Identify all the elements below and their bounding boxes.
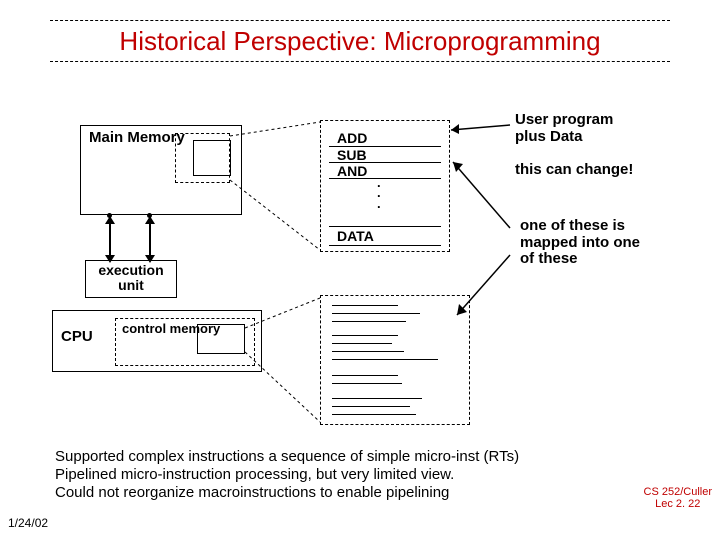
annot-can-change: this can change! — [515, 162, 633, 179]
diagram-area: Main Memory execution unit CPU control m… — [45, 100, 665, 440]
execution-unit-label: execution unit — [98, 262, 163, 293]
micro-line — [332, 351, 404, 352]
micro-line — [332, 321, 406, 322]
footer-date: 1/24/02 — [8, 516, 48, 530]
control-memory-inner — [197, 324, 245, 354]
micro-line — [332, 414, 416, 415]
caption-text: Supported complex instructions a sequenc… — [55, 448, 615, 502]
instr-add: ADD — [337, 130, 367, 148]
annot-user-program: User programplus Data — [515, 112, 613, 145]
micro-line — [332, 383, 402, 384]
micro-line — [332, 343, 392, 344]
micro-line — [332, 375, 398, 376]
micro-line — [332, 335, 398, 336]
instr-data: DATA — [337, 228, 374, 246]
instr-and: AND — [337, 163, 367, 181]
instr-sub: SUB — [337, 147, 367, 165]
execution-unit-box: execution unit — [85, 260, 177, 298]
micro-line — [332, 313, 420, 314]
arrowhead-up — [105, 216, 115, 224]
micro-line — [332, 398, 422, 399]
slide-title: Historical Perspective: Microprogramming — [50, 20, 670, 62]
micro-line — [332, 305, 398, 306]
instr-dots: ... — [377, 178, 381, 209]
annot-mapped: one of these ismapped into oneof these — [520, 218, 640, 268]
micro-line — [332, 406, 410, 407]
footer-lecture: CS 252/CullerLec 2. 22 — [644, 486, 712, 510]
main-memory-inner-solid — [193, 140, 231, 176]
arrowhead-up — [145, 216, 155, 224]
main-memory-label: Main Memory — [89, 129, 185, 146]
cpu-label: CPU — [61, 328, 93, 345]
instr-divider — [329, 226, 441, 227]
micro-line — [332, 359, 438, 360]
